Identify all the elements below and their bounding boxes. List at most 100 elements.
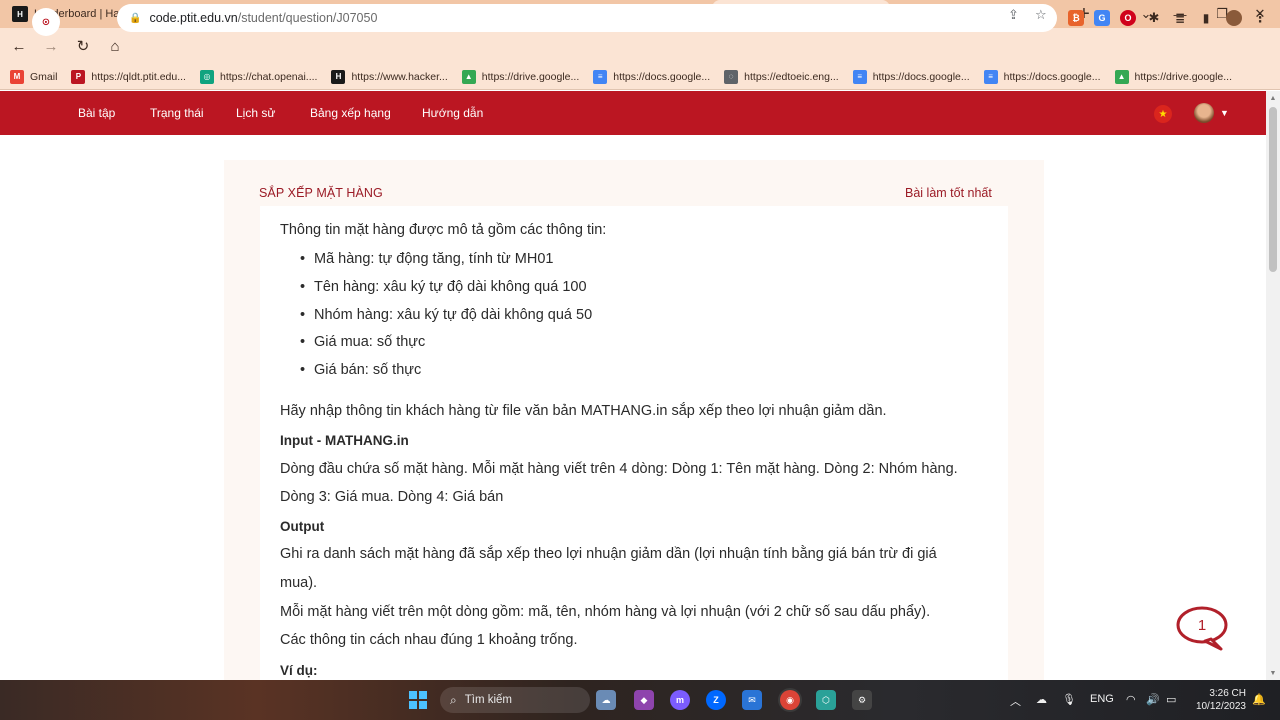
docs-icon: ≡ [852,69,867,84]
url-path: /student/question/J07050 [237,11,378,25]
bookmark-item[interactable]: ≡ https://docs.google... [852,69,970,84]
output-heading: Output [280,519,325,534]
field-item: Mã hàng: tự động tăng, tính từ MH01 [300,251,553,267]
url-host: code.ptit.edu.vn [149,11,238,25]
nav-bang-xep-hang[interactable]: Bảng xếp hạng [310,106,391,120]
bookmark-label: https://drive.google... [1134,70,1233,83]
vietnam-flag-icon[interactable]: ★ [1154,105,1172,123]
zalo-icon[interactable]: Z [706,690,726,710]
openai-icon: ◎ [199,69,214,84]
clock-date: 10/12/2023 [1195,701,1246,712]
bookmark-item[interactable]: Hhttps://www.hacker... [331,69,448,84]
home-icon[interactable]: ⌂ [102,33,128,59]
taskbar-search[interactable]: ⌕ Tìm kiếm [440,687,590,713]
volume-icon[interactable]: 🔊 [1146,693,1160,706]
notification-bell-icon[interactable]: 🔔 [1252,693,1266,706]
output-line-3: Mỗi mặt hàng viết trên một dòng gồm: mã,… [280,604,931,620]
nav-lich-su[interactable]: Lịch sử [236,106,275,120]
scrollbar-thumb[interactable] [1269,107,1277,272]
drive-icon: ▲ [461,69,476,84]
clock-time: 3:26 CH [1209,688,1246,699]
windows-start-icon[interactable] [408,690,428,710]
nav-trang-thai[interactable]: Trạng thái [150,106,204,120]
docs-icon: ≡ [593,69,608,84]
back-arrow-icon[interactable]: ← [6,33,32,59]
field-item: Tên hàng: xâu ký tự độ dài không quá 100 [300,279,587,295]
scroll-up-arrow-icon[interactable]: ▲ [1266,91,1280,105]
opera-extension-icon[interactable]: O [1120,10,1136,26]
chat-bubble-button[interactable]: 1 [1175,605,1229,651]
bookmark-item[interactable]: ▲ https://drive.google... [1114,69,1233,84]
taskbar-clock[interactable]: 3:26 CH 10/12/2023 [1190,687,1246,713]
copilot-icon[interactable]: ◆ [634,690,654,710]
output-line-4: Các thông tin cách nhau đúng 1 khoảng tr… [280,632,578,648]
bookmark-item[interactable]: ◎ https://chat.openai.... [199,69,318,84]
wifi-icon[interactable]: ◠ [1126,693,1136,706]
reading-list-icon[interactable]: ≣ [1172,10,1188,26]
widget-icon[interactable]: ☁ [596,690,616,710]
globe-icon: ◌ [724,69,739,84]
bookmark-item[interactable]: ≡ https://docs.google... [983,69,1101,84]
side-panel-icon[interactable]: ▮ [1198,10,1214,26]
lock-icon: 🔒 [129,12,142,24]
hackerrank-icon: H [12,6,28,22]
address-bar[interactable]: 🔒 code.ptit.edu.vn/student/question/J070… [117,4,1057,32]
best-solution-link[interactable]: Bài làm tốt nhất [905,186,992,200]
field-item: Giá mua: số thực [300,334,425,350]
translate-extension-icon[interactable]: G [1094,10,1110,26]
user-avatar[interactable] [1194,103,1214,123]
menu-kebab-icon[interactable]: ⋮ [1252,10,1268,26]
bookmark-label: https://www.hacker... [351,70,448,83]
page-scrollbar[interactable]: ▲ ▼ [1266,91,1280,680]
problem-title: SẮP XẾP MẶT HÀNG [259,186,383,200]
bookmark-label: https://qldt.ptit.edu... [91,70,186,83]
messenger-icon[interactable]: m [670,690,690,710]
battery-icon[interactable]: ▭ [1166,693,1176,706]
bookmark-item[interactable]: Phttps://qldt.ptit.edu... [71,69,186,84]
bookmark-item[interactable]: ≡ https://docs.google... [593,69,711,84]
output-line-1: Ghi ra danh sách mặt hàng đã sắp xếp the… [280,546,937,562]
intro-text: Thông tin mặt hàng được mô tả gồm các th… [280,222,607,238]
gmail-icon: M [10,69,24,84]
input-line-2: Dòng 3: Giá mua. Dòng 4: Giá bán [280,489,504,505]
forward-arrow-icon[interactable]: → [38,33,64,59]
mail-icon[interactable]: ✉ [742,690,762,710]
tray-chevron-up-icon[interactable]: ︿ [1010,693,1021,709]
field-item: Giá bán: số thực [300,362,421,378]
output-line-2: mua). [280,575,318,591]
ptit-logo[interactable]: ⊙ [32,8,60,36]
reload-icon[interactable]: ↻ [70,33,96,59]
language-indicator[interactable]: ENG [1090,693,1114,705]
drive-icon: ▲ [1114,69,1129,84]
field-item: Nhóm hàng: xâu ký tự độ dài không quá 50 [300,307,592,323]
microphone-icon[interactable]: 🎙 [1062,693,1076,706]
nav-bai-tap[interactable]: Bài tập [78,106,115,120]
bookmark-label: https://docs.google... [613,70,711,83]
extensions-puzzle-icon[interactable]: ✱ [1146,10,1162,26]
scroll-down-arrow-icon[interactable]: ▼ [1266,666,1280,680]
bookmark-star-icon[interactable]: ☆ [1035,7,1047,23]
onedrive-icon[interactable]: ☁ [1036,693,1047,706]
docs-icon: ≡ [983,69,998,84]
bookmark-label: https://edtoeic.eng... [744,70,839,83]
caret-down-icon[interactable]: ▼ [1220,108,1229,118]
chat-bubble-icon: 1 [1176,606,1228,651]
chrome-icon[interactable]: ◉ [780,690,800,710]
share-icon[interactable]: ⇪ [1008,7,1019,23]
bookmark-item[interactable]: ◌ https://edtoeic.eng... [724,69,839,84]
app-cube-icon[interactable]: ⬡ [816,690,836,710]
nav-huong-dan[interactable]: Hướng dẫn [422,106,483,120]
profile-avatar-icon[interactable] [1226,10,1242,26]
bookmark-item[interactable]: M Gmail [10,69,58,84]
bookmark-label: Gmail [30,70,58,83]
input-heading: Input - MATHANG.in [280,433,409,448]
bookmark-label: https://docs.google... [1003,70,1101,83]
ptit-icon: P [71,69,86,84]
search-label: Tìm kiếm [464,694,513,706]
bookmark-item[interactable]: ▲ https://drive.google... [461,69,579,84]
extension-1-icon[interactable]: ₿ [1068,10,1084,26]
app-settings-icon[interactable]: ⚙ [852,690,872,710]
bookmark-label: https://chat.openai.... [219,70,318,83]
bookmarks-bar: M Gmail Phttps://qldt.ptit.edu... ◎ https://… [0,64,1280,90]
hackerrank-icon: H [331,69,346,84]
